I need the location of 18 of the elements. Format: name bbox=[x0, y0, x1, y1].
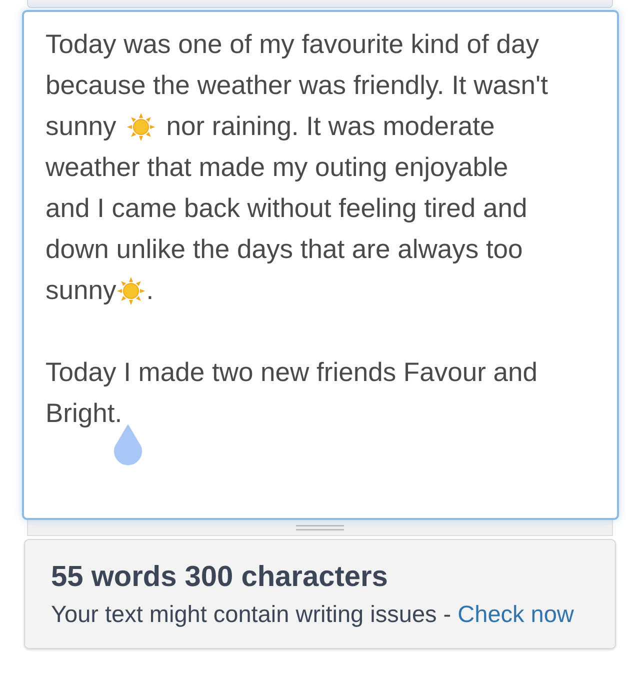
word-count: 55 words 300 characters bbox=[51, 560, 389, 595]
text-area[interactable] bbox=[22, 10, 618, 520]
body-text: sunny bbox=[46, 110, 116, 143]
body-text: because the weather was friendly. It wasn't bbox=[46, 69, 548, 102]
body-text: . bbox=[146, 274, 154, 307]
writing-issues-message: Your text might contain writing issues - Check now bbox=[51, 600, 575, 629]
resize-handle[interactable] bbox=[27, 520, 613, 536]
body-text: Today was one of my favourite kind of day bbox=[46, 28, 539, 61]
body-text: weather that made my outing enjoyable bbox=[46, 151, 508, 184]
body-text: Today I made two new friends Favour and bbox=[46, 356, 538, 389]
body-text: and I came back without feeling tired and bbox=[46, 192, 528, 225]
sun-icon bbox=[126, 112, 156, 142]
body-text: Bright. bbox=[46, 397, 122, 430]
sun-icon bbox=[116, 276, 146, 306]
body-text: sunny bbox=[46, 274, 116, 307]
check-now-link[interactable]: Check now bbox=[458, 601, 574, 627]
body-text: down unlike the days that are always too bbox=[46, 233, 523, 266]
body-text: nor raining. It was moderate bbox=[166, 110, 495, 143]
